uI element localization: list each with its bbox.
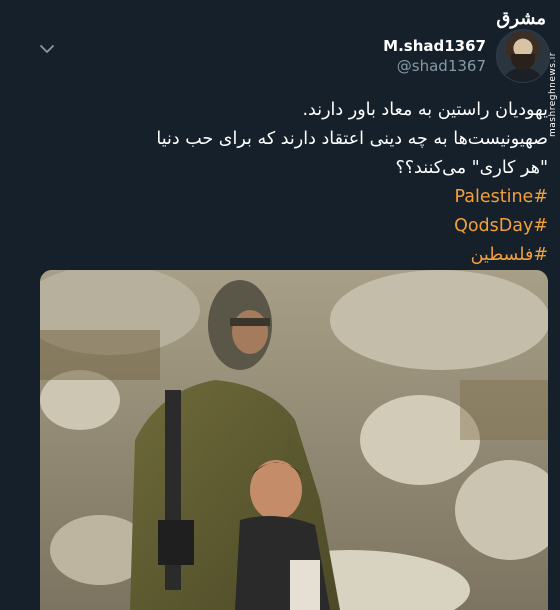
tweet-line-1: یهودیان راستین به معاد باور دارند. <box>302 100 548 120</box>
avatar-shirt <box>501 68 545 82</box>
hashtag-falastin[interactable]: #فلسطین <box>28 241 548 270</box>
user-handle[interactable]: @shad1367 <box>397 56 486 76</box>
user-names: M.shad1367 @shad1367 <box>383 36 486 76</box>
hashtag-qodsday[interactable]: #QodsDay <box>28 212 548 241</box>
photo-illustration <box>40 270 548 610</box>
watermark-logo: مشرق <box>496 8 546 29</box>
tweet-line-3: "هر کاری" می‌کنند؟؟ <box>395 158 548 178</box>
tweet-line-2: صهیونیست‌ها به چه دینی اعتقاد دارند که ب… <box>156 129 548 149</box>
display-name[interactable]: M.shad1367 <box>383 36 486 56</box>
tweet-photo[interactable] <box>40 270 548 610</box>
tweet-text: یهودیان راستین به معاد باور دارند. صهیون… <box>28 96 548 270</box>
tweet-header: M.shad1367 @shad1367 <box>383 28 550 84</box>
chevron-down-icon[interactable] <box>38 40 56 58</box>
hashtag-palestine[interactable]: #Palestine <box>28 183 549 212</box>
tweet-card: مشرق mashreghnews.ir M.shad1367 @shad136… <box>0 0 560 610</box>
avatar[interactable] <box>496 29 550 83</box>
avatar-beard <box>511 54 535 70</box>
